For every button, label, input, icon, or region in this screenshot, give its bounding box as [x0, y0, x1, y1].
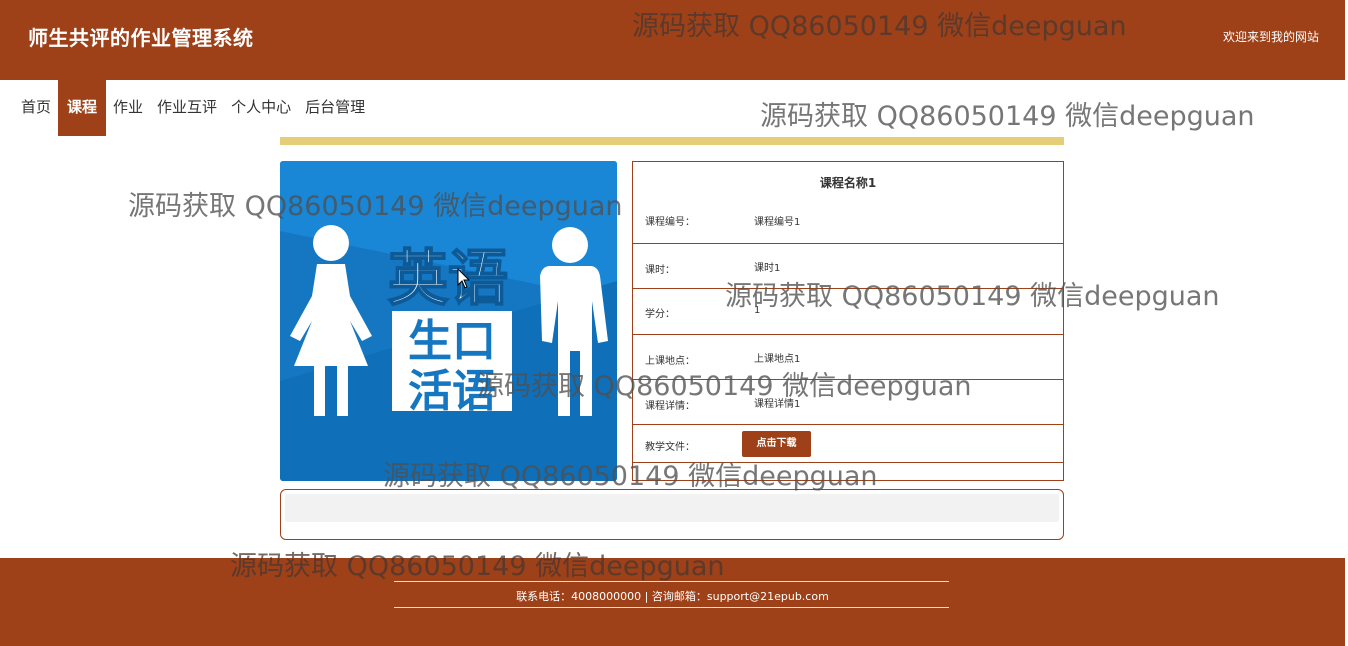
site-title: 师生共评的作业管理系统: [28, 26, 254, 50]
comment-box: [280, 489, 1064, 540]
field-value: 上课地点1: [754, 354, 801, 365]
field-row-code: 课程编号： 课程编号1: [633, 162, 1063, 244]
main-nav: 首页 课程 作业 作业互评 个人中心 后台管理: [14, 80, 372, 136]
page: 师生共评的作业管理系统 欢迎来到我的网站 首页 课程 作业 作业互评 个人中心 …: [0, 0, 1348, 646]
nav-item-home[interactable]: 首页: [14, 80, 58, 136]
field-label: 学分：: [645, 309, 675, 320]
field-label: 课程编号：: [645, 217, 695, 228]
footer-divider-top: [394, 581, 949, 582]
field-row-location: 上课地点： 上课地点1: [633, 335, 1063, 380]
field-label: 教学文件：: [645, 442, 695, 453]
image-text-line3: 活语: [408, 366, 496, 417]
nav-item-profile[interactable]: 个人中心: [224, 80, 298, 136]
image-text-line1: 英语: [388, 244, 508, 314]
course-image: 英语 生口 活语: [280, 161, 617, 481]
divider-bar: [280, 137, 1064, 145]
field-value: 1: [754, 305, 761, 316]
watermark-text: 源码获取 QQ86050149 微信deepguan: [760, 101, 1255, 132]
field-row-hours: 课时： 课时1: [633, 244, 1063, 289]
download-button[interactable]: 点击下载: [742, 431, 811, 457]
field-label: 上课地点：: [645, 356, 695, 367]
field-value: 课程详情1: [754, 399, 801, 410]
mouse-cursor-icon: [457, 268, 471, 289]
footer-divider-bottom: [394, 607, 949, 608]
footer-contact: 联系电话：4008000000 | 咨询邮箱：support@21epub.co…: [516, 590, 829, 603]
comment-area[interactable]: [285, 494, 1059, 522]
nav-item-course[interactable]: 课程: [58, 80, 107, 136]
field-row-detail: 课程详情： 课程详情1: [633, 380, 1063, 425]
site-header: 师生共评的作业管理系统 欢迎来到我的网站: [0, 0, 1345, 80]
field-row-credits: 学分： 1: [633, 289, 1063, 335]
nav-item-homework[interactable]: 作业: [106, 80, 150, 136]
field-value: 课程编号1: [754, 217, 801, 228]
welcome-text: 欢迎来到我的网站: [1222, 30, 1319, 44]
field-row-file: 教学文件： 点击下载: [633, 425, 1063, 463]
field-label: 课时：: [645, 265, 675, 276]
course-detail-panel: 课程名称1 课程编号： 课程编号1 课时： 课时1 学分： 1 上课地点： 上课…: [632, 161, 1064, 481]
field-value: 课时1: [754, 263, 781, 274]
field-label: 课程详情：: [645, 401, 695, 412]
image-text-line2: 生口: [408, 316, 496, 367]
nav-item-admin[interactable]: 后台管理: [298, 80, 372, 136]
site-footer: 联系电话：4008000000 | 咨询邮箱：support@21epub.co…: [0, 558, 1345, 646]
nav-item-peer-review[interactable]: 作业互评: [150, 80, 224, 136]
